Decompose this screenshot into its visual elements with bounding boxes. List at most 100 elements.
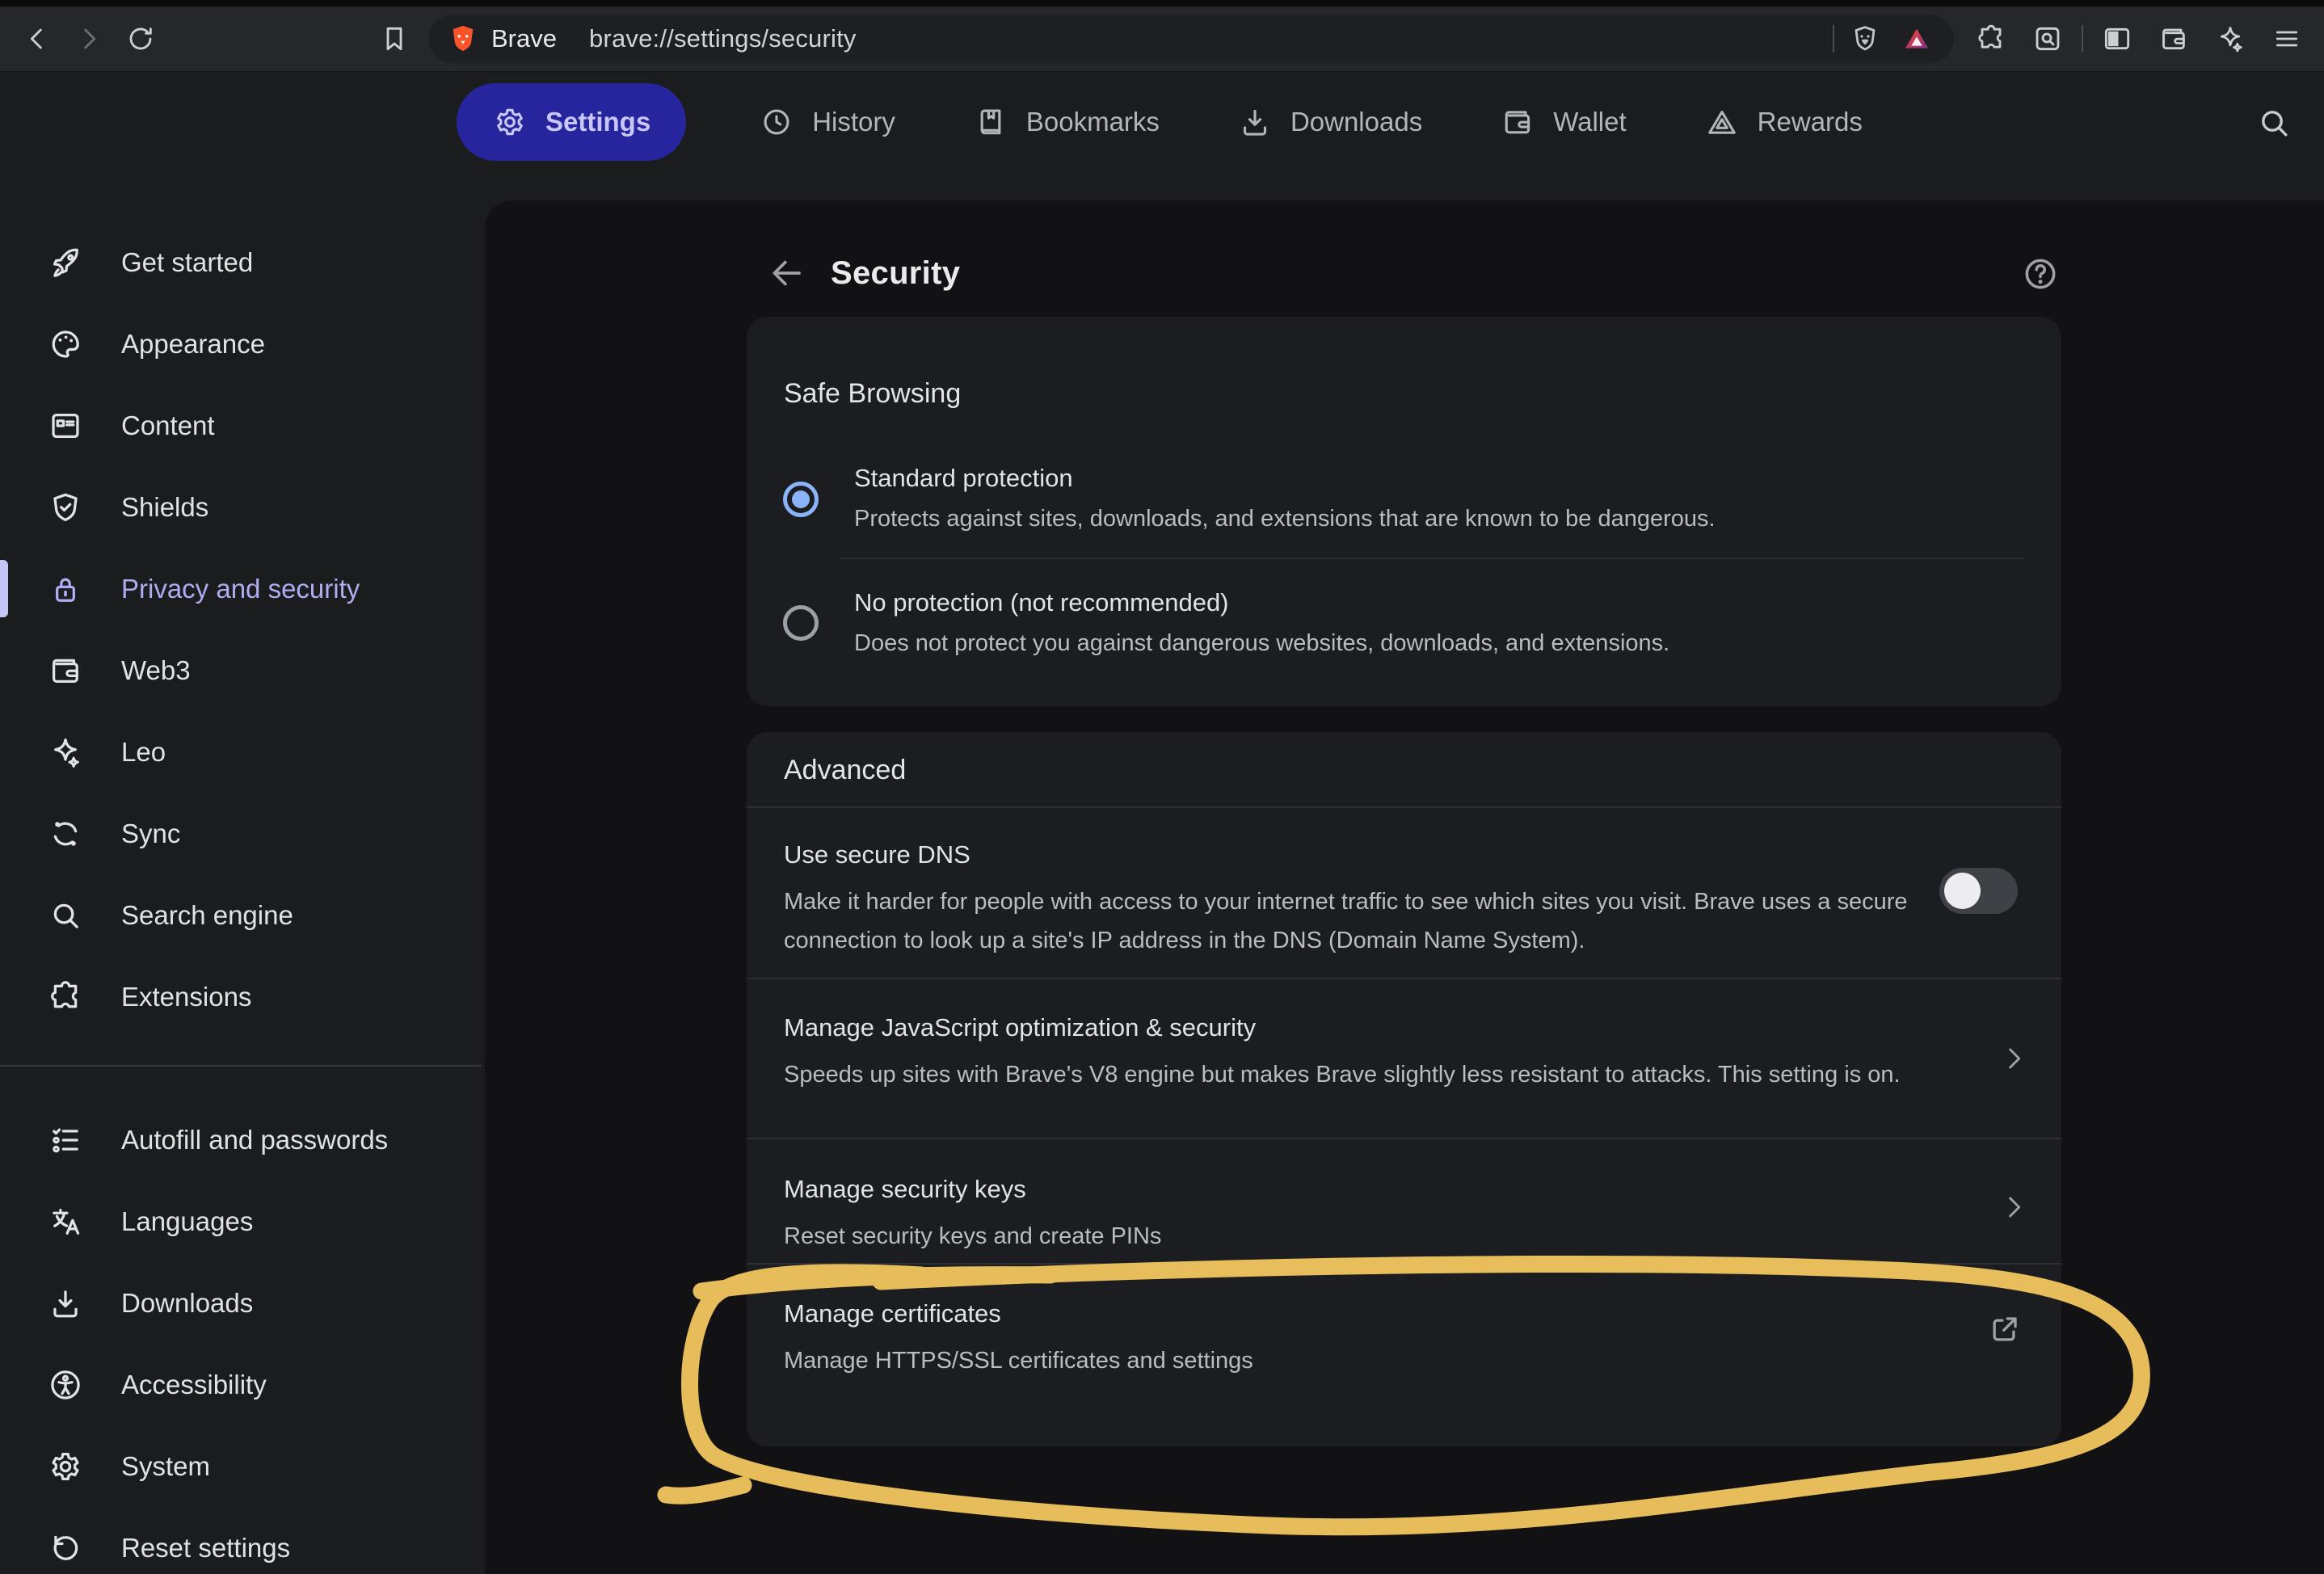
tab-label: Wallet [1553, 107, 1626, 137]
tab-bookmarks[interactable]: Bookmarks [968, 83, 1164, 161]
search-tabs-icon[interactable] [2025, 16, 2070, 61]
search-icon [47, 897, 84, 934]
sidebar-item-label: Privacy and security [121, 574, 360, 604]
translate-icon [47, 1203, 84, 1240]
download-icon [47, 1285, 84, 1322]
section-heading: Advanced [784, 755, 906, 786]
sidebar-item-get-started[interactable]: Get started [0, 221, 485, 303]
sidebar-item-label: Get started [121, 247, 253, 278]
clock-icon [759, 104, 794, 140]
sparkle-icon [47, 734, 84, 771]
bat-rewards-icon[interactable] [1897, 19, 1936, 58]
sidebar-item-label: Downloads [121, 1288, 253, 1319]
book-icon [973, 104, 1008, 140]
chevron-right-icon[interactable] [1998, 1191, 2030, 1223]
sidebar-item-label: Leo [121, 737, 166, 768]
tab-label: Settings [545, 107, 650, 137]
external-link-icon[interactable] [1986, 1311, 2023, 1348]
sidebar-item-accessibility[interactable]: Accessibility [0, 1344, 485, 1425]
radio-selected-icon[interactable] [783, 482, 819, 517]
sidebar-item-label: Accessibility [121, 1370, 267, 1400]
sidebar-item-label: Sync [121, 819, 180, 849]
wallet-icon [47, 652, 84, 689]
security-page-header: Security [766, 252, 960, 294]
gear-icon [47, 1448, 84, 1485]
menu-icon[interactable] [2264, 16, 2309, 61]
option-label: Standard protection [854, 464, 1073, 493]
sidebar-item-label: Autofill and passwords [121, 1125, 388, 1155]
accessibility-icon [47, 1366, 84, 1404]
leo-ai-icon[interactable] [2208, 16, 2253, 61]
wallet-icon[interactable] [2151, 16, 2196, 61]
download-icon [1237, 104, 1273, 140]
sidebar-item-reset-settings[interactable]: Reset settings [0, 1507, 485, 1574]
sidebar-item-downloads[interactable]: Downloads [0, 1262, 485, 1344]
tab-wallet[interactable]: Wallet [1495, 83, 1631, 161]
advanced-card: Advanced Use secure DNS Make it harder f… [747, 732, 2061, 1446]
settings-sidebar: Get started Appearance Content Shields P… [0, 200, 485, 1574]
sidebar-item-sync[interactable]: Sync [0, 793, 485, 874]
sidebar-item-content[interactable]: Content [0, 385, 485, 466]
sidebar-divider [0, 1065, 482, 1067]
sidebar-item-label: Web3 [121, 655, 191, 686]
wallet-icon [1500, 104, 1535, 140]
tab-history[interactable]: History [754, 83, 900, 161]
sidebar-item-autofill-and-passwords[interactable]: Autofill and passwords [0, 1099, 485, 1180]
chevron-right-icon[interactable] [1998, 1042, 2030, 1075]
tab-label: Downloads [1290, 107, 1422, 137]
extensions-icon[interactable] [1968, 16, 2014, 61]
bookmark-icon[interactable] [372, 16, 417, 61]
brave-shields-icon[interactable] [1846, 19, 1884, 58]
site-chip-label: Brave [491, 24, 557, 53]
divider [747, 978, 2061, 979]
row-label: Use secure DNS [784, 840, 970, 869]
sidebar-item-languages[interactable]: Languages [0, 1180, 485, 1262]
row-label: Manage JavaScript optimization & securit… [784, 1013, 1256, 1042]
sync-icon [47, 815, 84, 852]
forward-icon[interactable] [66, 16, 112, 61]
reset-icon [47, 1530, 84, 1567]
brave-lion-badge-icon [446, 22, 480, 56]
radio-unselected-icon[interactable] [783, 605, 819, 641]
sidebar-item-label: Reset settings [121, 1533, 290, 1563]
sidebar-item-appearance[interactable]: Appearance [0, 303, 485, 385]
option-description: Does not protect you against dangerous w… [854, 630, 1669, 657]
sidebar-item-label: Content [121, 410, 215, 441]
sidebar-item-privacy-and-security[interactable]: Privacy and security [0, 548, 485, 629]
url-bar[interactable]: Brave brave://settings/security [428, 15, 1954, 63]
sidebar-item-search-engine[interactable]: Search engine [0, 874, 485, 956]
settings-nav-tabs: Settings History Bookmarks Downloads Wal… [457, 82, 1867, 162]
palette-icon [47, 326, 84, 363]
brave-settings-window: Brave brave://settings/security [0, 0, 2324, 1574]
back-icon[interactable] [15, 16, 60, 61]
sidebar-item-extensions[interactable]: Extensions [0, 956, 485, 1037]
tab-downloads[interactable]: Downloads [1232, 83, 1427, 161]
row-description: Manage HTTPS/SSL certificates and settin… [784, 1341, 1253, 1380]
tab-settings[interactable]: Settings [457, 83, 686, 161]
gear-icon [492, 104, 528, 140]
row-label: Manage certificates [784, 1299, 1001, 1328]
divider [747, 1263, 2061, 1265]
help-icon[interactable] [2020, 254, 2061, 294]
tab-rewards[interactable]: Rewards [1699, 83, 1867, 161]
row-label: Manage security keys [784, 1175, 1026, 1204]
reload-icon[interactable] [118, 16, 163, 61]
settings-search-icon[interactable] [2255, 103, 2293, 142]
sidebar-item-web3[interactable]: Web3 [0, 629, 485, 711]
divider [840, 558, 2024, 559]
browser-toolbar: Brave brave://settings/security [0, 0, 2324, 73]
url-text[interactable]: brave://settings/security [589, 24, 857, 53]
sidebar-item-leo[interactable]: Leo [0, 711, 485, 793]
sidebar-item-label: Search engine [121, 900, 293, 931]
toolbar-divider [2082, 25, 2083, 53]
secure-dns-toggle[interactable] [1939, 868, 2018, 914]
selected-indicator [0, 560, 8, 617]
back-arrow-icon[interactable] [766, 252, 808, 294]
sidebar-item-shields[interactable]: Shields [0, 466, 485, 548]
lock-icon [47, 570, 84, 608]
checklist-icon [47, 1122, 84, 1159]
sidebar-item-system[interactable]: System [0, 1425, 485, 1507]
sidebar-panel-icon[interactable] [2095, 16, 2140, 61]
toggle-knob [1944, 873, 1981, 909]
row-description: Speeds up sites with Brave's V8 engine b… [784, 1055, 1964, 1094]
